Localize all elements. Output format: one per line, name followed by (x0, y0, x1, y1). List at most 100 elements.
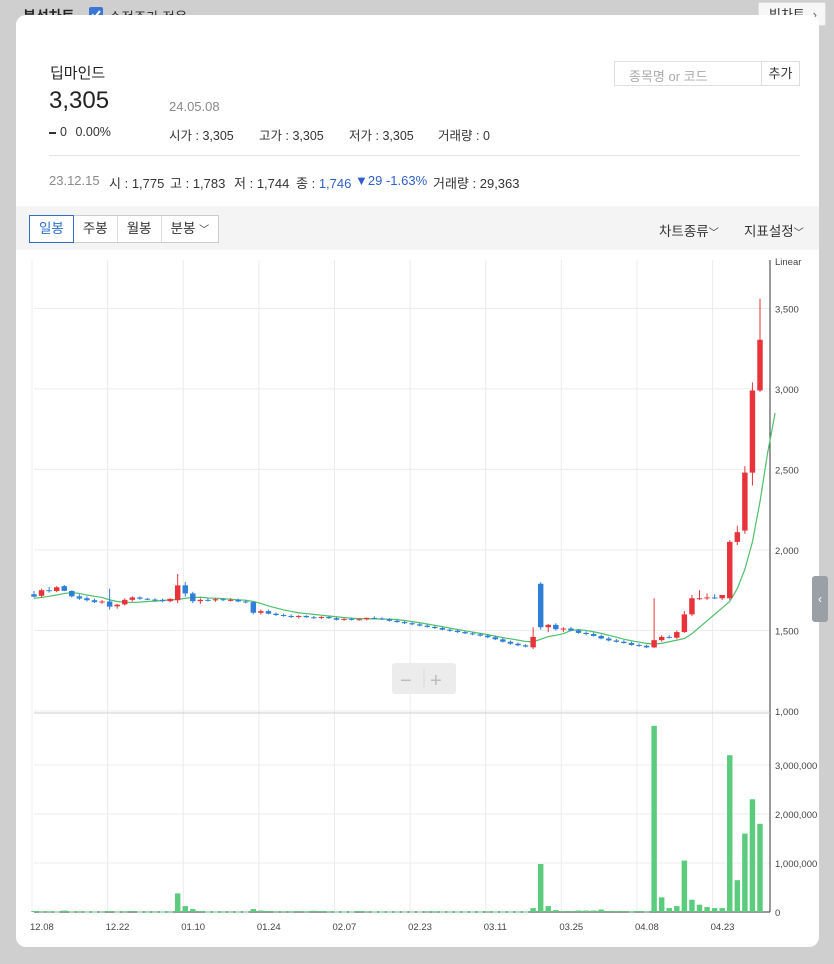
volume-bar (447, 911, 453, 913)
candle-body (704, 597, 710, 599)
volume-bar (424, 911, 430, 913)
candle-body (711, 597, 718, 599)
candle-body (84, 598, 90, 601)
candle-body (99, 601, 105, 603)
candle-body (280, 615, 287, 617)
price-tick-label: 1,500 (775, 626, 799, 637)
volume-bar (303, 911, 309, 913)
volume-bar (341, 911, 347, 913)
candle-body (326, 616, 332, 619)
volume-bar (719, 908, 725, 912)
candle-body (371, 617, 378, 619)
volume-bar (227, 911, 234, 913)
tab-daily[interactable]: 일봉 (29, 215, 74, 243)
candle-body (106, 601, 113, 607)
volume-bar (666, 908, 672, 912)
zoom-out-icon: − (400, 670, 412, 692)
candle-body (69, 591, 75, 597)
candle-body (129, 597, 136, 600)
x-tick-label: 01.10 (181, 922, 205, 933)
candle-body (114, 604, 120, 607)
volume-bar (295, 911, 302, 913)
candle-body (568, 628, 574, 631)
candle-body (696, 598, 703, 600)
candle-body (492, 637, 499, 640)
candle-body (757, 339, 763, 391)
volume-bar (568, 911, 574, 913)
candle-body (318, 616, 325, 618)
candle-body (477, 634, 483, 636)
candle-body (462, 632, 468, 634)
volume-bar (704, 907, 710, 912)
volume-bar (575, 910, 582, 912)
volume-bar (636, 911, 642, 913)
candle-body (537, 583, 544, 628)
volume-bar (462, 911, 468, 913)
volume-bar (590, 910, 597, 912)
candle-body (159, 599, 166, 602)
candle-body (681, 614, 688, 633)
volume-bar (318, 911, 325, 913)
volume-bar (727, 755, 733, 912)
candle-body (416, 624, 423, 626)
price-tick-label: 2,000 (775, 546, 799, 557)
candle-body (409, 623, 415, 625)
volume-bar (46, 911, 52, 913)
side-panel-toggle[interactable]: ‹ (812, 576, 828, 622)
candle-body (424, 625, 430, 627)
moving-average-ma5 (33, 412, 776, 645)
candle-body (734, 532, 741, 542)
volume-tick-label: 1,000,000 (775, 859, 817, 870)
x-tick-label: 03.11 (484, 922, 507, 933)
volume-bar (205, 911, 211, 913)
candle-body (575, 630, 582, 633)
volume-bar (742, 833, 748, 912)
candle-body (727, 541, 733, 599)
chevron-left-icon: ‹ (818, 592, 822, 606)
candle-body (394, 620, 400, 623)
volume-bar (492, 911, 499, 913)
volume-bar (258, 910, 264, 912)
candle-body (303, 615, 309, 618)
candle-body (220, 599, 226, 601)
candle-body (666, 636, 672, 638)
volume-bar (182, 906, 188, 912)
candle-body (621, 641, 627, 644)
x-tick-label: 03.25 (559, 922, 583, 933)
volume-bar (311, 910, 317, 912)
volume-bar (356, 911, 362, 913)
candle-body (356, 619, 362, 621)
volume-bar (76, 911, 83, 913)
volume-bar (61, 910, 67, 912)
candle-body (560, 628, 567, 630)
volume-bar (621, 911, 627, 913)
candle-body (243, 601, 249, 603)
stock-chart: 3,500 3,000 2,500 2,000 1,500 1,000 Linear 3,00… (30, 257, 817, 933)
price-tick-label: 3,000 (775, 385, 799, 396)
candle-body (522, 645, 529, 647)
volume-bar (439, 911, 446, 913)
candle-body (469, 633, 476, 635)
candle-body (447, 629, 453, 631)
candle-body (689, 598, 695, 615)
candle-body (530, 636, 536, 648)
volume-bar (386, 911, 393, 913)
volume-bar (333, 911, 340, 913)
volume-tick-label: 2,000,000 (775, 810, 817, 821)
candle-body (651, 640, 657, 648)
volume-bar (53, 911, 60, 913)
candle-body (613, 640, 620, 642)
volume-bar (69, 911, 75, 913)
volume-bar (689, 899, 695, 912)
candle-body (152, 599, 158, 601)
candle-body (205, 599, 211, 601)
volume-bar (265, 911, 272, 913)
volume-bar (129, 911, 136, 913)
volume-bar (38, 911, 45, 913)
volume-bar (606, 911, 612, 913)
volume-bar (159, 911, 166, 913)
candle-body (439, 628, 446, 630)
volume-tick-label: 3,000,000 (775, 761, 817, 772)
volume-bar (364, 911, 370, 913)
candle-body (190, 593, 196, 602)
